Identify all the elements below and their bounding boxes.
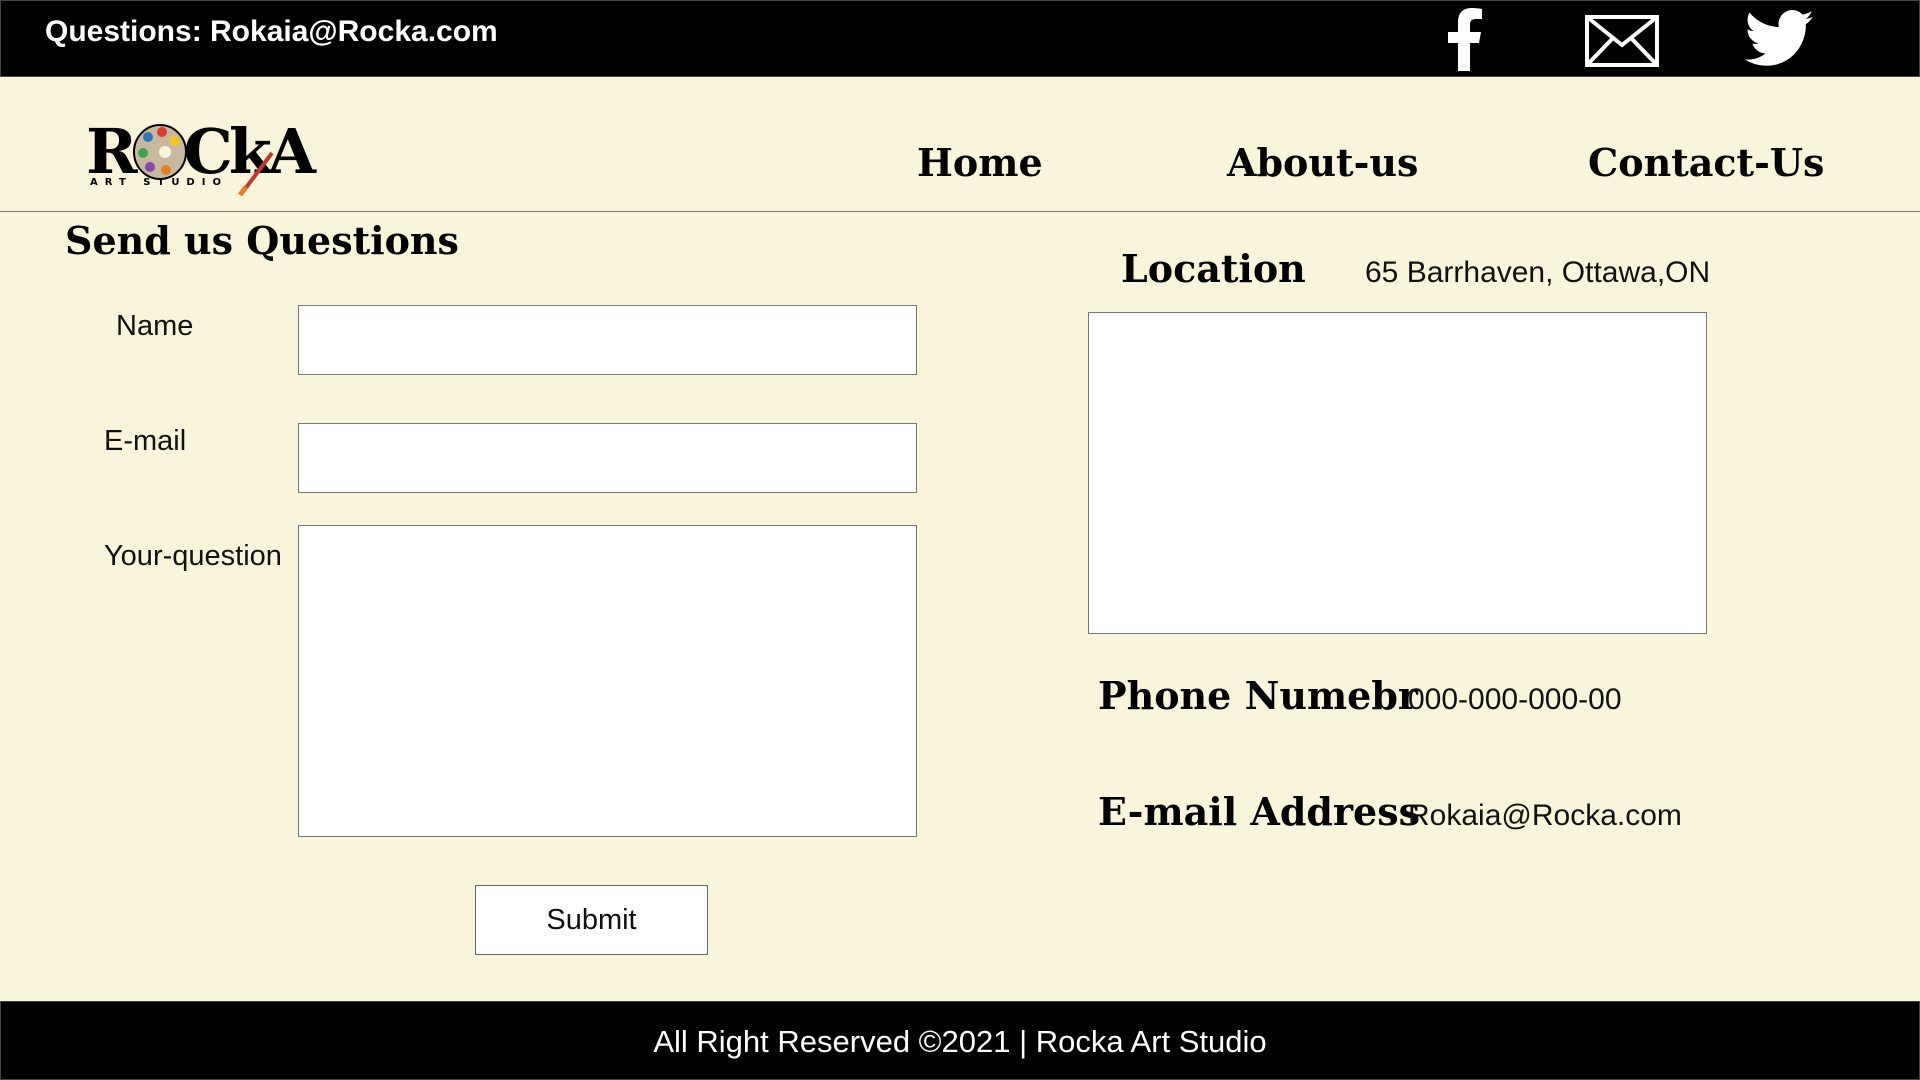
nav-contact-us[interactable]: Contact-Us: [1588, 140, 1824, 185]
contact-email-text: Questions: Rokaia@Rocka.com: [45, 15, 498, 48]
nav-home[interactable]: Home: [917, 140, 1043, 185]
email-input[interactable]: [298, 423, 917, 493]
map-embed[interactable]: [1088, 312, 1707, 634]
location-value: 65 Barrhaven, Ottawa,ON: [1365, 256, 1711, 289]
palette-icon: [133, 124, 187, 180]
nav-about-us[interactable]: About-us: [1227, 140, 1418, 185]
email-address-value: Rokaia@Rocka.com: [1408, 799, 1682, 832]
form-title: Send us Questions: [65, 218, 459, 263]
question-textarea[interactable]: [298, 525, 917, 837]
phone-value: 000-000-000-00: [1408, 683, 1622, 716]
location-heading: Location: [1121, 246, 1306, 291]
email-address-heading: E-mail Address: [1098, 789, 1420, 834]
facebook-icon[interactable]: [1444, 7, 1484, 71]
top-bar: Questions: Rokaia@Rocka.com: [0, 0, 1920, 77]
twitter-icon[interactable]: [1745, 10, 1815, 68]
mail-icon[interactable]: [1585, 15, 1659, 67]
site-footer: All Right Reserved ©2021 | Rocka Art Stu…: [0, 1001, 1920, 1080]
logo-wordmark: ROCkA: [86, 115, 316, 188]
brush-icon: [238, 151, 274, 197]
phone-heading: Phone Numebr: [1098, 673, 1418, 718]
submit-button[interactable]: Submit: [475, 885, 708, 955]
question-label: Your-question: [104, 540, 282, 572]
name-input[interactable]: [298, 305, 917, 375]
name-label: Name: [116, 310, 194, 342]
logo-subtitle: ART STUDIO: [90, 177, 228, 188]
rocka-logo[interactable]: ROCkA ART STUDIO: [86, 121, 316, 197]
copyright-text: All Right Reserved ©2021 | Rocka Art Stu…: [653, 1024, 1267, 1059]
site-header: ROCkA ART STUDIO Home About-us Contact-U…: [0, 77, 1920, 212]
email-label: E-mail: [104, 425, 187, 457]
